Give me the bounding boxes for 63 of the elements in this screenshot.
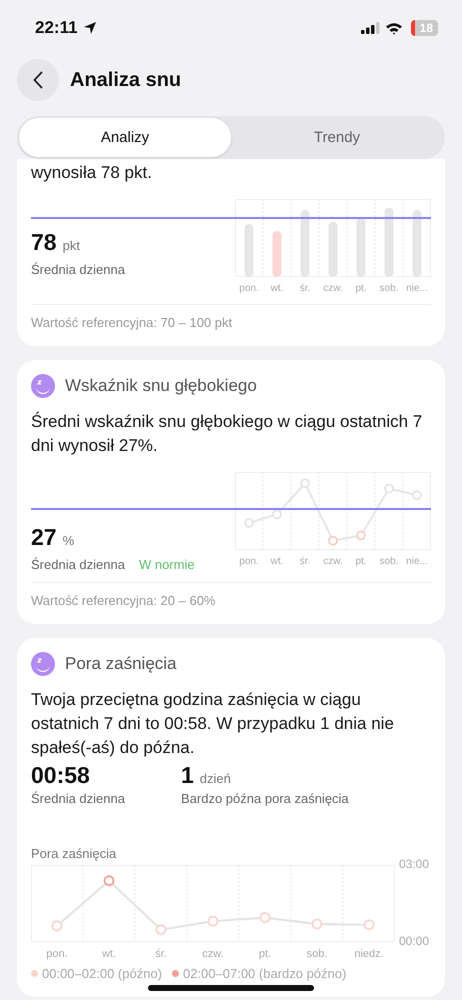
signal-icon [360, 22, 380, 34]
stat-unit: dzień [200, 771, 231, 786]
data-point [52, 920, 62, 932]
day-label: czw. [322, 556, 344, 567]
stat-unit: % [62, 533, 74, 548]
stat-label: Średnia dzienna [31, 791, 126, 806]
day-label: pon. [238, 283, 260, 294]
location-icon [82, 21, 97, 35]
reference-text: Wartość referencyjna: 20 – 60% [31, 593, 216, 608]
axis-label: 03:00 [399, 857, 430, 871]
summary-text: Średni wskaźnik snu głębokiego w ciągu ostatnich 7 dni wynosił 27%. [31, 410, 424, 457]
reference-text: Wartość referencyjna: 70 – 100 pkt [31, 315, 234, 330]
page-title: Analiza snu [70, 68, 182, 92]
tab[interactable]: Analizy [19, 118, 231, 157]
summary-text: wynosiła 78 pkt. [31, 162, 153, 184]
stat-value: 27 [31, 524, 57, 551]
day-label: śr. [154, 948, 168, 960]
data-point [104, 875, 114, 886]
moon-icon [31, 374, 55, 398]
data-point [312, 918, 322, 930]
chart-title: Pora zaśnięcia [31, 846, 118, 861]
day-label: czw. [322, 283, 344, 294]
stat-value: 00:58 [31, 762, 90, 789]
day-label: pon. [45, 948, 69, 960]
axis-label: 00:00 [399, 934, 430, 948]
day-label: wt. [270, 283, 284, 294]
legend-label: 02:00–07:00 (bardzo późno) [182, 966, 346, 981]
day-label: czw. [201, 948, 225, 960]
stat-value: 1 [181, 762, 194, 789]
legend-label: 00:00–02:00 (późno) [42, 966, 162, 981]
moon-icon [31, 652, 55, 676]
card-title: Pora zaśnięcia [65, 654, 177, 674]
wifi-icon [384, 22, 403, 34]
day-label: sob. [306, 948, 328, 960]
stat-label: Średnia dzienna [31, 557, 125, 572]
status-label: W normie [138, 557, 195, 572]
day-label: nie... [405, 283, 429, 294]
stat-unit: pkt [62, 238, 80, 253]
day-label: sob. [378, 556, 400, 567]
chevron-left-icon [33, 71, 43, 89]
stat-value: 78 [31, 229, 57, 256]
data-point [364, 919, 374, 930]
day-label: pt. [258, 948, 272, 960]
day-label: śr. [298, 283, 312, 294]
data-point [156, 924, 166, 936]
card-title: Wskaźnik snu głębokiego [65, 376, 257, 396]
stat-label: Bardzo późna pora zaśnięcia [181, 791, 349, 806]
day-label: nie... [405, 556, 429, 567]
day-label: pt. [354, 283, 368, 294]
day-label: sob. [378, 283, 400, 294]
stat-label: Średnia dzienna [31, 262, 125, 277]
day-label: śr. [298, 556, 312, 567]
data-point [260, 912, 270, 924]
summary-text: Twoja przeciętna godzina zaśnięcia w ciągu ostatnich 7 dni to 00:58. W przypadku 1 dnia nie spałeś(-aś) do późna. [31, 689, 395, 759]
day-label: pon. [238, 556, 260, 567]
status-time: 22:11 [35, 18, 78, 38]
day-label: pt. [354, 556, 368, 567]
data-point [208, 916, 218, 927]
day-label: wt. [270, 556, 284, 567]
tab[interactable]: Trendy [231, 118, 443, 157]
day-label: niedz. [353, 948, 385, 960]
back-button[interactable] [17, 59, 59, 101]
day-label: wt. [100, 948, 118, 960]
